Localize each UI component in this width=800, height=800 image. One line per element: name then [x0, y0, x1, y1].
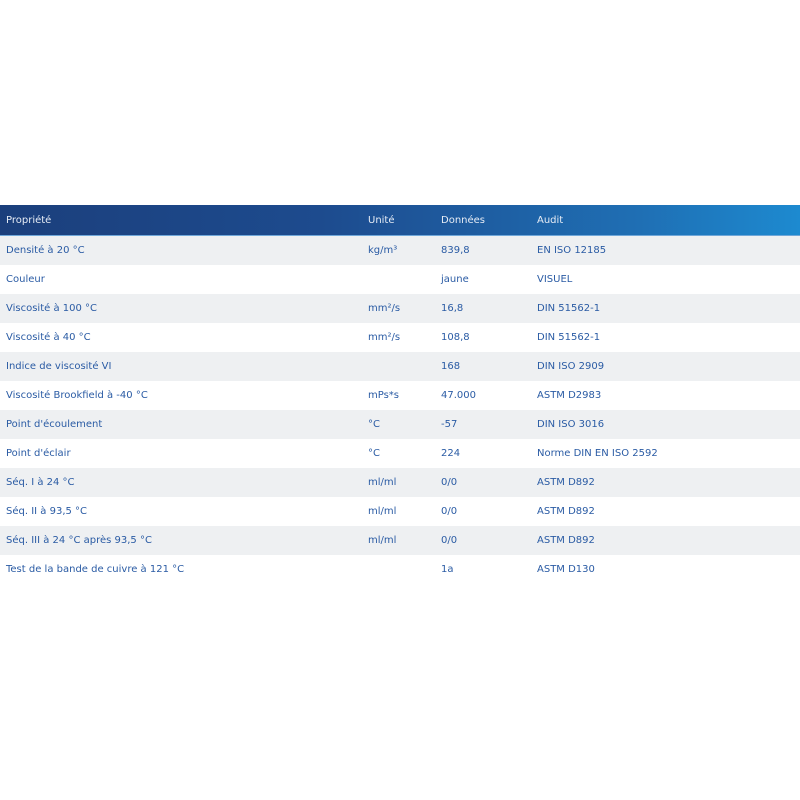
cell-property: Viscosité Brookfield à -40 °C [0, 381, 368, 410]
cell-value: 224 [441, 439, 537, 468]
cell-audit: ASTM D892 [537, 468, 800, 497]
cell-property: Test de la bande de cuivre à 121 °C [0, 555, 368, 584]
page: Propriété Unité Données Audit Densité à … [0, 0, 800, 800]
cell-value: 839,8 [441, 235, 537, 265]
table-body: Densité à 20 °C kg/m³ 839,8 EN ISO 12185… [0, 235, 800, 584]
cell-property: Séq. I à 24 °C [0, 468, 368, 497]
cell-property: Viscosité à 40 °C [0, 323, 368, 352]
cell-unit [368, 555, 441, 584]
cell-property: Séq. III à 24 °C après 93,5 °C [0, 526, 368, 555]
specifications-table: Propriété Unité Données Audit Densité à … [0, 205, 800, 584]
header-row: Propriété Unité Données Audit [0, 205, 800, 236]
cell-property: Point d'écoulement [0, 410, 368, 439]
table-row: Test de la bande de cuivre à 121 °C 1a A… [0, 555, 800, 584]
cell-unit: °C [368, 410, 441, 439]
table-header: Propriété Unité Données Audit [0, 205, 800, 236]
table-row: Indice de viscosité VI 168 DIN ISO 2909 [0, 352, 800, 381]
cell-property: Couleur [0, 265, 368, 294]
table-row: Viscosité à 40 °C mm²/s 108,8 DIN 51562-… [0, 323, 800, 352]
cell-property: Viscosité à 100 °C [0, 294, 368, 323]
cell-value: 0/0 [441, 497, 537, 526]
table-row: Point d'écoulement °C -57 DIN ISO 3016 [0, 410, 800, 439]
header-data: Données [441, 214, 486, 226]
header-unit: Unité [368, 214, 395, 226]
cell-value: 47.000 [441, 381, 537, 410]
cell-value: 0/0 [441, 526, 537, 555]
cell-audit: DIN 51562-1 [537, 323, 800, 352]
cell-value: 0/0 [441, 468, 537, 497]
table-row: Couleur jaune VISUEL [0, 265, 800, 294]
header-property: Propriété [6, 214, 52, 226]
cell-audit: EN ISO 12185 [537, 235, 800, 265]
cell-unit: kg/m³ [368, 235, 441, 265]
table-row: Point d'éclair °C 224 Norme DIN EN ISO 2… [0, 439, 800, 468]
cell-audit: ASTM D892 [537, 526, 800, 555]
cell-unit: ml/ml [368, 526, 441, 555]
table-row: Viscosité Brookfield à -40 °C mPs*s 47.0… [0, 381, 800, 410]
table-row: Séq. III à 24 °C après 93,5 °C ml/ml 0/0… [0, 526, 800, 555]
cell-audit: DIN ISO 2909 [537, 352, 800, 381]
cell-audit: DIN ISO 3016 [537, 410, 800, 439]
cell-value: 168 [441, 352, 537, 381]
cell-unit: mm²/s [368, 323, 441, 352]
cell-property: Point d'éclair [0, 439, 368, 468]
cell-audit: DIN 51562-1 [537, 294, 800, 323]
cell-unit [368, 265, 441, 294]
cell-unit: ml/ml [368, 468, 441, 497]
cell-audit: Norme DIN EN ISO 2592 [537, 439, 800, 468]
cell-unit: ml/ml [368, 497, 441, 526]
table-row: Densité à 20 °C kg/m³ 839,8 EN ISO 12185 [0, 235, 800, 265]
cell-unit: mm²/s [368, 294, 441, 323]
cell-audit: ASTM D892 [537, 497, 800, 526]
table-row: Séq. II à 93,5 °C ml/ml 0/0 ASTM D892 [0, 497, 800, 526]
cell-unit: mPs*s [368, 381, 441, 410]
cell-value: jaune [441, 265, 537, 294]
cell-audit: VISUEL [537, 265, 800, 294]
cell-value: -57 [441, 410, 537, 439]
table-row: Séq. I à 24 °C ml/ml 0/0 ASTM D892 [0, 468, 800, 497]
cell-property: Indice de viscosité VI [0, 352, 368, 381]
cell-unit [368, 352, 441, 381]
table-row: Viscosité à 100 °C mm²/s 16,8 DIN 51562-… [0, 294, 800, 323]
cell-value: 1a [441, 555, 537, 584]
cell-audit: ASTM D130 [537, 555, 800, 584]
header-audit: Audit [537, 214, 564, 226]
cell-value: 16,8 [441, 294, 537, 323]
cell-property: Densité à 20 °C [0, 235, 368, 265]
cell-value: 108,8 [441, 323, 537, 352]
cell-audit: ASTM D2983 [537, 381, 800, 410]
cell-unit: °C [368, 439, 441, 468]
cell-property: Séq. II à 93,5 °C [0, 497, 368, 526]
